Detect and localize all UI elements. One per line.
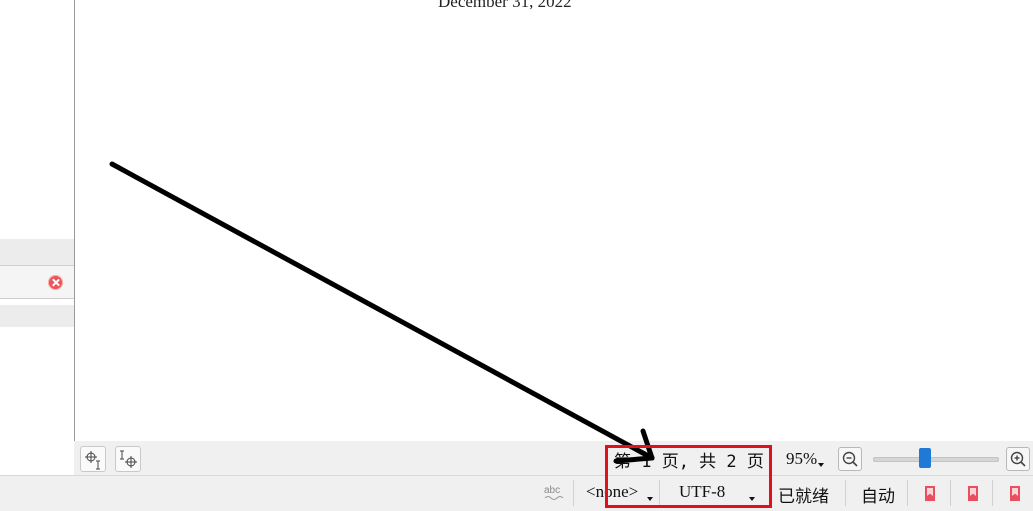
divider — [950, 480, 951, 506]
zoom-out-icon — [842, 451, 858, 467]
bookmark-icon[interactable] — [968, 486, 978, 501]
sidebar-row-error[interactable] — [0, 265, 74, 299]
divider — [907, 480, 908, 506]
insert-mode-button[interactable] — [115, 446, 141, 472]
document-date-line: December 31, 2022 — [438, 0, 572, 11]
paragraph-style-selector[interactable]: <none> — [586, 482, 638, 502]
text-cursor-crosshair-icon — [120, 450, 137, 468]
encoding-dropdown-caret-icon[interactable] — [749, 497, 755, 501]
encoding-selector[interactable]: UTF-8 — [679, 482, 725, 502]
insert-tab-stop-button[interactable] — [80, 446, 106, 472]
zoom-in-button[interactable] — [1006, 447, 1030, 471]
zoom-in-icon — [1010, 451, 1026, 467]
zoom-slider-track[interactable] — [873, 457, 999, 462]
svg-text:abc: abc — [544, 485, 560, 496]
zoom-out-button[interactable] — [838, 447, 862, 471]
ready-status: 已就绪 — [778, 487, 829, 506]
divider — [659, 480, 660, 506]
sidebar-row[interactable] — [0, 239, 74, 265]
bookmark-icon[interactable] — [925, 486, 935, 501]
page-number-indicator[interactable]: 第 1 页, 共 2 页 — [614, 447, 764, 472]
zoom-slider-handle[interactable] — [919, 448, 931, 468]
style-dropdown-caret-icon[interactable] — [647, 497, 653, 501]
input-mode[interactable]: 自动 — [861, 482, 895, 507]
divider — [573, 480, 574, 506]
divider — [992, 480, 993, 506]
spellcheck-icon[interactable]: abc — [542, 482, 566, 504]
divider — [771, 446, 772, 470]
zoom-level[interactable]: 95% — [786, 449, 817, 469]
sidebar-panel — [0, 0, 75, 474]
error-close-icon[interactable] — [48, 275, 63, 290]
zoom-dropdown-caret-icon[interactable] — [818, 463, 824, 467]
sidebar-row[interactable] — [0, 305, 74, 327]
annotation-arrow — [109, 161, 655, 464]
divider — [845, 480, 846, 506]
bookmark-icon[interactable] — [1010, 486, 1020, 501]
crosshair-cursor-icon — [85, 451, 100, 470]
